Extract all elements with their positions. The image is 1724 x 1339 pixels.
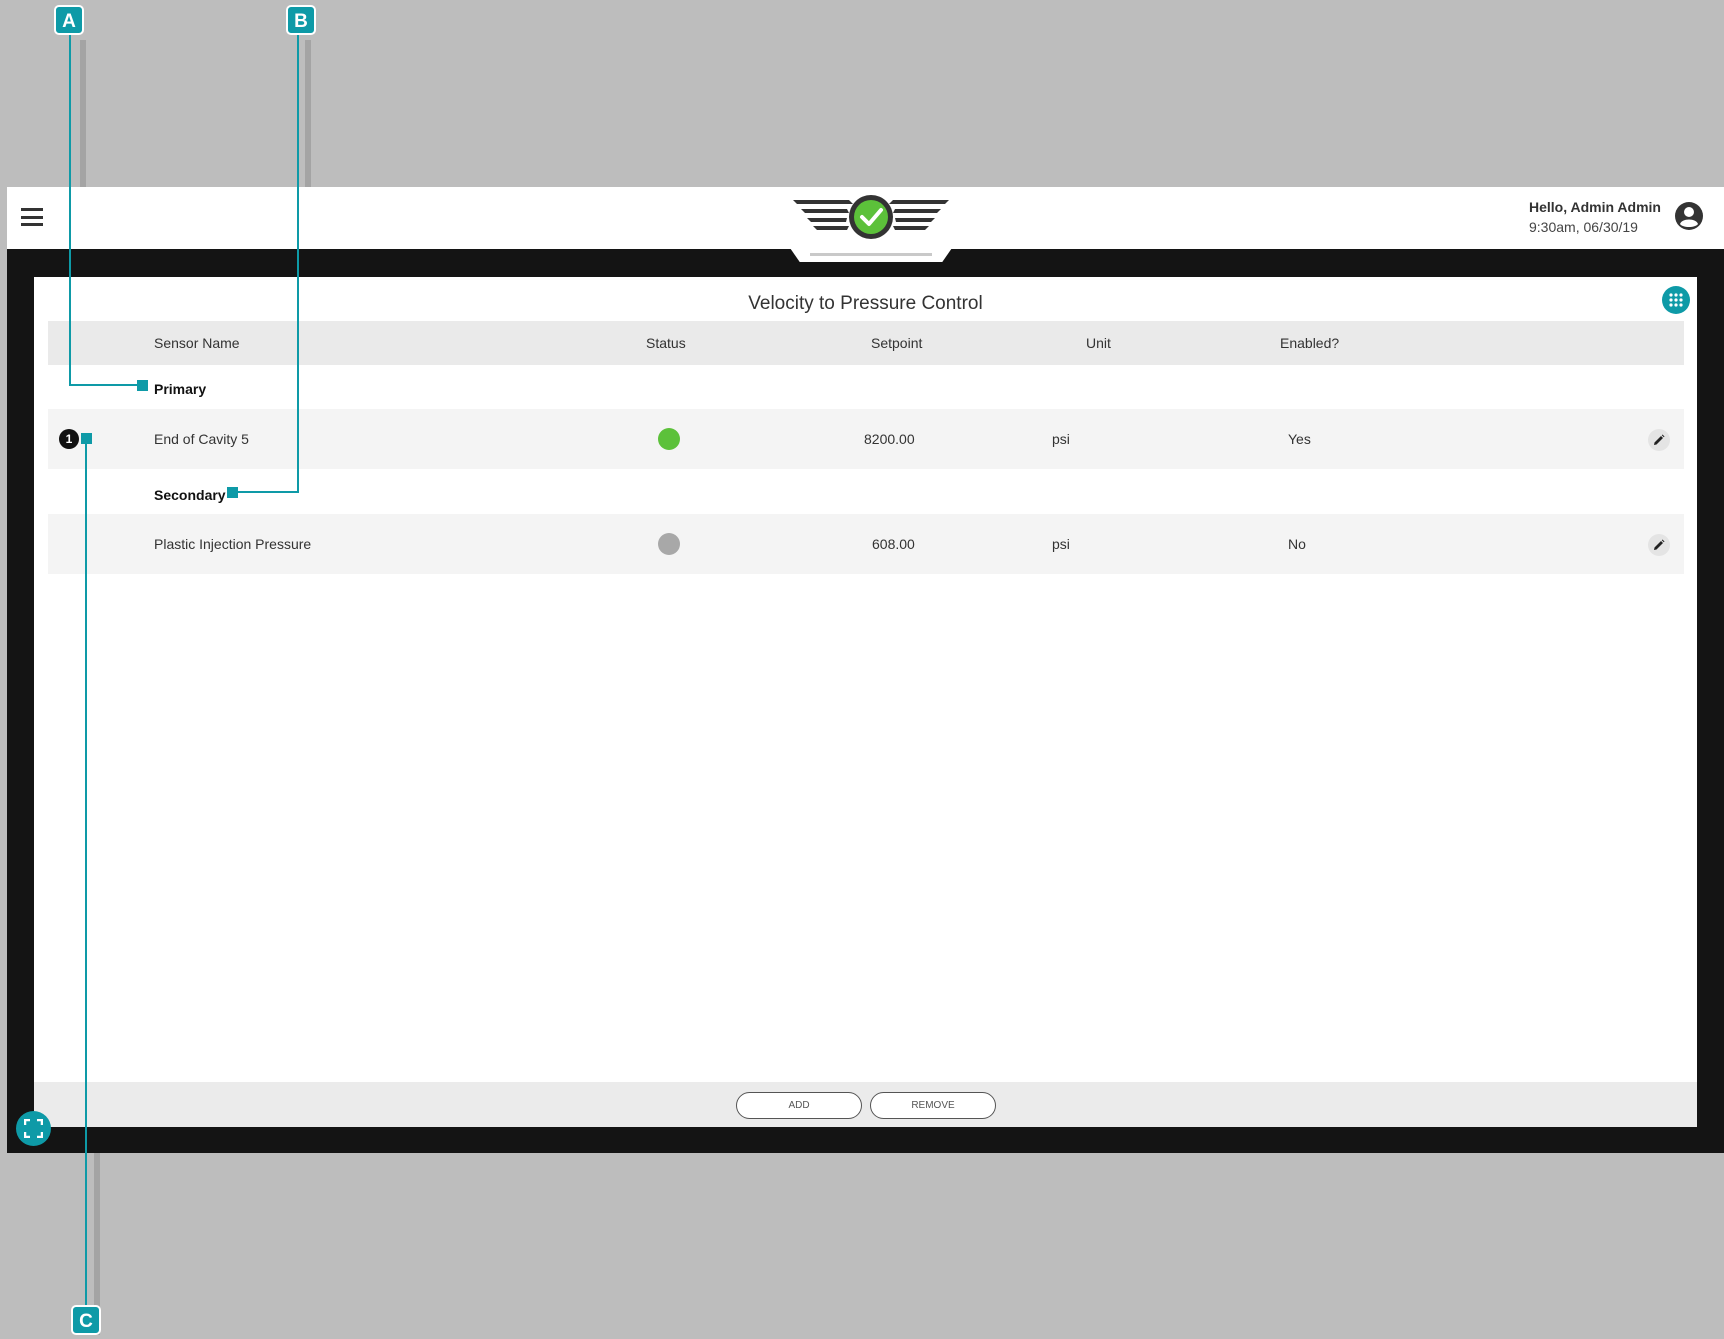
pencil-icon [1654, 434, 1665, 445]
fullscreen-button[interactable] [16, 1111, 51, 1146]
callout-label-c: C [71, 1305, 101, 1335]
pencil-icon [1654, 539, 1665, 550]
group-label-secondary: Secondary [154, 487, 226, 503]
app-window: Hello, Admin Admin 9:30am, 06/30/19 Velo… [7, 187, 1724, 1153]
status-indicator-off [658, 533, 680, 555]
menu-icon[interactable] [21, 208, 43, 226]
group-label-primary: Primary [154, 381, 207, 397]
callout-b-line [297, 30, 299, 493]
logo-tab [790, 248, 952, 262]
column-header-enabled: Enabled? [1280, 335, 1340, 351]
edit-button[interactable] [1648, 429, 1670, 451]
remove-button[interactable]: REMOVE [870, 1092, 996, 1119]
callout-a-line-horizontal [69, 384, 139, 386]
callout-label-a: A [54, 5, 84, 35]
enabled-value: Yes [1288, 431, 1311, 447]
column-header-setpoint: Setpoint [871, 335, 923, 351]
column-header-status: Status [646, 335, 686, 351]
sensor-name: End of Cavity 5 [154, 431, 249, 447]
setpoint-value: 8200.00 [864, 431, 915, 447]
status-indicator-on [658, 428, 680, 450]
callout-c-marker [81, 433, 92, 444]
unit-value: psi [1052, 536, 1070, 552]
table-row[interactable]: 1 End of Cavity 5 8200.00 psi Yes [48, 409, 1684, 469]
column-header-sensor-name: Sensor Name [154, 335, 240, 351]
sensor-panel: Velocity to Pressure Control Sensor Name… [34, 277, 1697, 1127]
user-greeting: Hello, Admin Admin [1529, 199, 1661, 215]
callout-b-marker [227, 487, 238, 498]
edit-button[interactable] [1648, 534, 1670, 556]
panel-footer: ADD REMOVE [34, 1082, 1697, 1127]
app-logo [791, 193, 951, 239]
add-button[interactable]: ADD [736, 1092, 862, 1119]
setpoint-value: 608.00 [872, 536, 915, 552]
callout-a-line [69, 30, 71, 386]
top-bar: Hello, Admin Admin 9:30am, 06/30/19 [7, 187, 1724, 249]
callout-c-line [85, 440, 87, 1310]
apps-grid-icon [1669, 293, 1683, 307]
table-header: Sensor Name Status Setpoint Unit Enabled… [48, 321, 1684, 365]
current-datetime: 9:30am, 06/30/19 [1529, 219, 1638, 235]
expand-icon [24, 1119, 43, 1138]
table-row[interactable]: Plastic Injection Pressure 608.00 psi No [48, 514, 1684, 574]
callout-b-line-horizontal [232, 491, 299, 493]
user-account-icon[interactable] [1674, 201, 1704, 231]
callout-a-marker [137, 380, 148, 391]
page-title: Velocity to Pressure Control [748, 293, 983, 314]
row-number-badge: 1 [59, 429, 79, 449]
callout-label-b: B [286, 5, 316, 35]
unit-value: psi [1052, 431, 1070, 447]
sensor-name: Plastic Injection Pressure [154, 536, 312, 552]
apps-grid-button[interactable] [1662, 286, 1690, 314]
column-header-unit: Unit [1086, 335, 1111, 351]
enabled-value: No [1288, 536, 1306, 552]
